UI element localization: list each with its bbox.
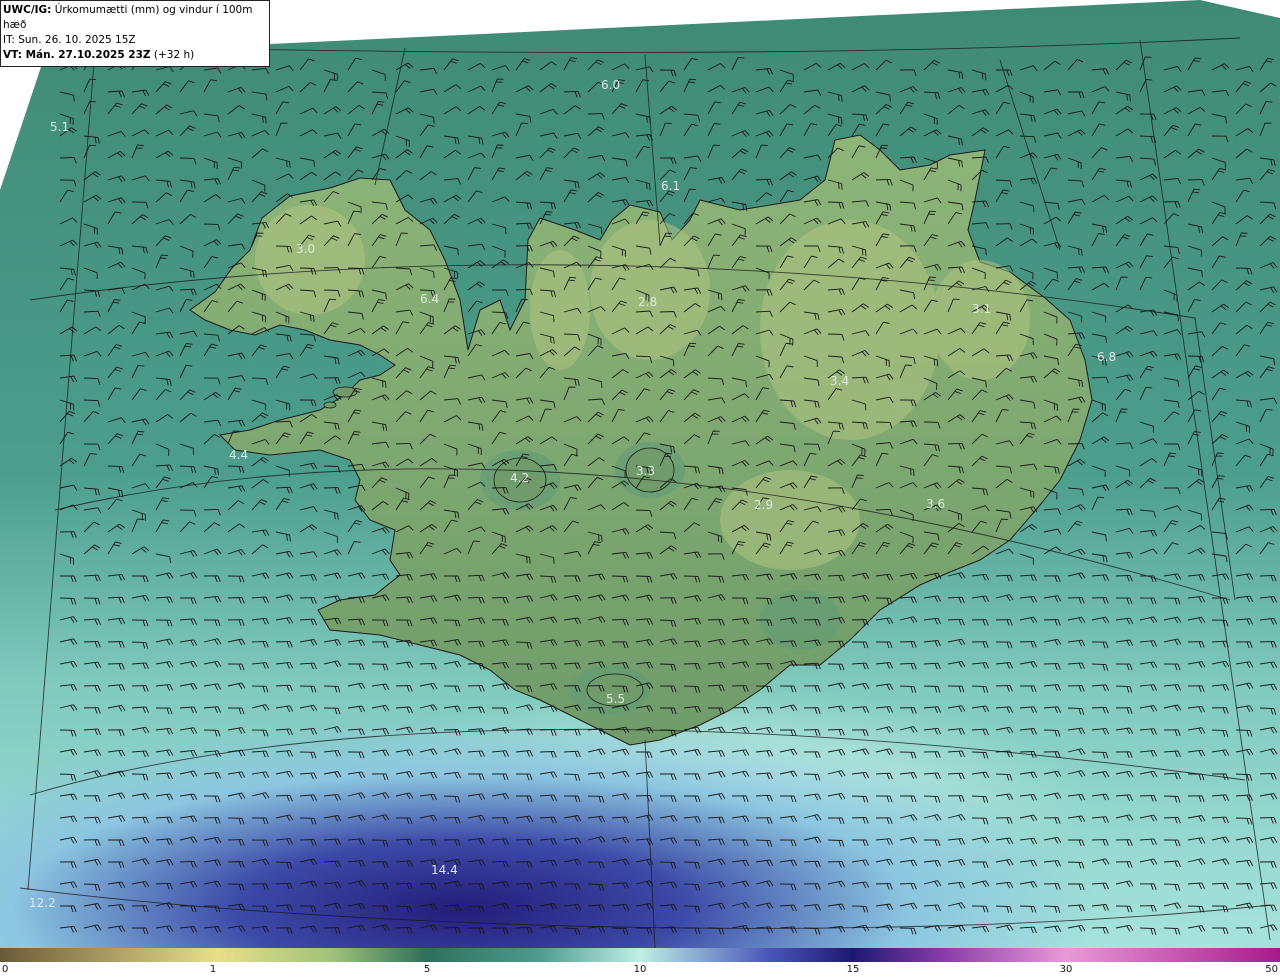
lead-time: (+32 h) [153,49,195,61]
map-value: 3.6 [926,497,945,511]
precipitation-map: 5.1 6.0 6.1 3.0 6.4 2.8 3.1 6.8 3.4 4.4 … [0,0,1280,948]
valid-time: VT: Mán. 27.10.2025 23Z [3,49,151,61]
colorbar-tick: 0 [2,964,9,975]
title-line: UWC/IG: Úrkomumætti (mm) og vindur í 100… [3,3,265,33]
initial-time: IT: Sun. 26. 10. 2025 15Z [3,34,136,46]
colorbar-tick: 15 [846,964,860,975]
map-value: 3.1 [972,302,991,316]
map-value: 2.9 [754,498,773,512]
map-value: 6.1 [661,179,680,193]
colorbar: 0 1 5 10 15 30 50 [0,948,1280,978]
map-value: 3.0 [296,242,315,256]
map-value: 14.4 [431,863,458,877]
map-value: 5.5 [606,692,625,706]
colorbar-tick: 10 [633,964,647,975]
map-value: 6.4 [420,292,439,306]
map-value: 6.8 [1097,350,1116,364]
map-header: UWC/IG: Úrkomumætti (mm) og vindur í 100… [0,0,270,67]
map-value: 2.8 [638,295,657,309]
map-value: 4.4 [229,448,248,462]
map-value: 5.1 [50,120,69,134]
map-value: 6.0 [601,78,620,92]
valid-time-line: VT: Mán. 27.10.2025 23Z (+32 h) [3,48,265,63]
colorbar-strip [0,948,1280,962]
colorbar-tick: 50 [1265,964,1278,975]
map-value: 3.3 [636,464,655,478]
map-value: 4.2 [510,471,529,485]
map-value: 12.2 [29,896,56,910]
model-label: UWC/IG: [3,4,52,16]
colorbar-tick: 30 [1059,964,1073,975]
colorbar-tick: 5 [423,964,431,975]
map-value: 3.4 [830,374,849,388]
colorbar-tick: 1 [209,964,217,975]
